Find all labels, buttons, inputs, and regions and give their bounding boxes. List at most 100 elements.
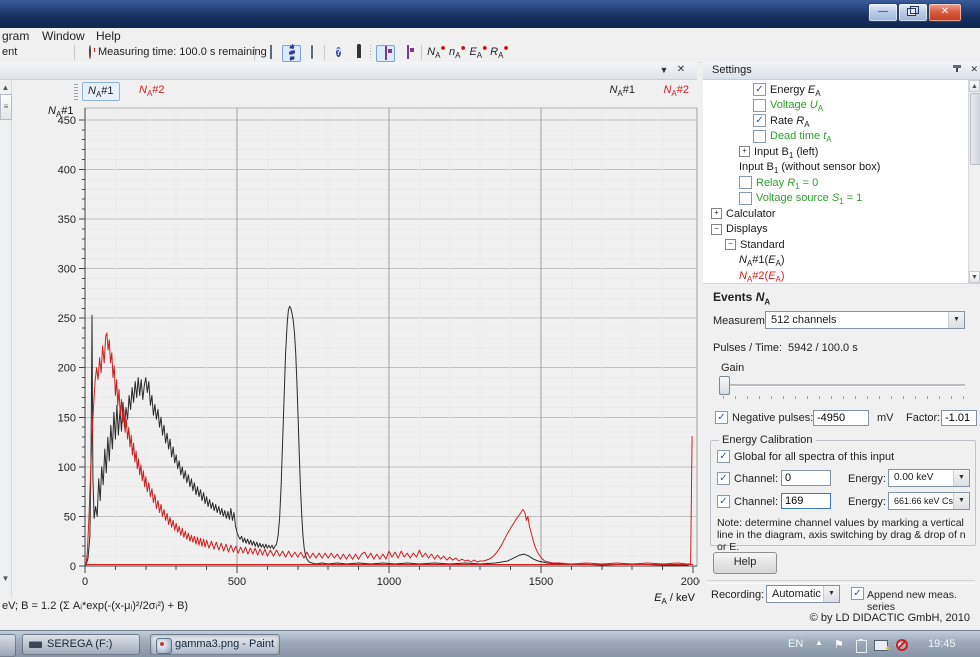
display-layout-icon[interactable]	[376, 45, 395, 62]
menu-item-diagram[interactable]: gram	[2, 29, 29, 43]
tree-checkbox[interactable]: ✓	[753, 83, 766, 96]
collapse-icon[interactable]: −	[725, 239, 736, 250]
tree-item[interactable]: +Calculator	[703, 206, 967, 222]
expand-icon[interactable]: +	[739, 146, 750, 157]
tree-item[interactable]: −Displays	[703, 222, 967, 238]
tree-item[interactable]: Voltage UA	[703, 98, 967, 114]
scrollbar-thumb[interactable]	[970, 93, 980, 165]
scroll-up-icon[interactable]: ▲	[969, 80, 980, 92]
collapse-icon[interactable]: −	[711, 224, 722, 235]
factor-input[interactable]	[941, 410, 977, 426]
legend-NA2: NA#2	[663, 84, 689, 96]
chevron-down-icon[interactable]: ▼	[948, 312, 964, 328]
minimize-button[interactable]: —	[868, 3, 898, 22]
chevron-down-icon[interactable]: ▼	[953, 493, 969, 509]
removable-media-icon[interactable]	[856, 640, 867, 653]
energy2-select[interactable]: 661.66 keV Cs137 ▼	[888, 492, 970, 510]
pin-icon[interactable]	[952, 65, 962, 76]
channel2-input[interactable]	[781, 493, 831, 509]
channel1-input[interactable]	[781, 470, 831, 486]
global-label: Global for all spectra of this input	[734, 451, 894, 463]
strip-down-arrow-icon[interactable]: ▼	[0, 574, 11, 583]
taskbar-clock[interactable]: 19:45	[928, 638, 956, 650]
language-indicator[interactable]: EN	[788, 638, 803, 650]
gain-slider-track[interactable]	[721, 384, 965, 387]
tab-NA2[interactable]: NA#2	[134, 82, 170, 99]
quantity-NA-button[interactable]: NA●	[427, 45, 446, 60]
headset-icon[interactable]	[350, 45, 367, 60]
scroll-down-icon[interactable]: ▼	[969, 271, 980, 283]
taskbar-button-explorer[interactable]: SEREGA (F:)	[22, 634, 140, 655]
window-titlebar[interactable]: — ✕	[0, 0, 980, 28]
gain-slider-ticks	[723, 396, 965, 399]
strip-up-arrow-icon[interactable]: ▲	[0, 83, 11, 92]
chevron-down-icon[interactable]: ▼	[823, 586, 839, 602]
tree-item[interactable]: NA#1(EA)	[703, 253, 967, 269]
tab-NA1[interactable]: NA#1	[82, 82, 120, 101]
network-icon[interactable]	[874, 640, 888, 651]
tree-item-label: Voltage UA	[770, 99, 823, 111]
close-button[interactable]: ✕	[928, 3, 962, 22]
tree-item[interactable]: ✓Rate RA	[703, 113, 967, 129]
strip-grip-handle[interactable]: ≡	[0, 94, 12, 120]
tree-item[interactable]: Relay R1 = 0	[703, 175, 967, 191]
action-center-flag-icon[interactable]: ⚑	[834, 638, 844, 651]
restore-button[interactable]	[898, 3, 928, 22]
settings-close-icon[interactable]: ✕	[970, 64, 978, 75]
pane-dropdown-icon[interactable]: ▼	[657, 64, 671, 77]
tree-item[interactable]: −Standard	[703, 237, 967, 253]
tree-checkbox[interactable]	[739, 192, 752, 205]
negative-pulses-checkbox[interactable]: ✓	[715, 411, 728, 424]
x-axis-title[interactable]: EA / keV	[640, 592, 695, 604]
recording-select[interactable]: Automatic ▼	[766, 585, 840, 603]
energy1-select[interactable]: 0.00 keV ▼	[888, 469, 970, 487]
menu-item-window[interactable]: Window	[42, 29, 85, 43]
tree-checkbox[interactable]	[753, 130, 766, 143]
tree-item[interactable]: +Input B1 (left)	[703, 144, 967, 160]
menu-item-help[interactable]: Help	[96, 29, 121, 43]
expand-icon[interactable]: +	[711, 208, 722, 219]
pane-close-icon[interactable]: ✕	[674, 64, 688, 77]
gain-slider-thumb[interactable]	[719, 376, 730, 395]
tree-item[interactable]: ✓Energy EA	[703, 82, 967, 98]
display-layout-alt-icon[interactable]	[399, 45, 416, 60]
settings-pane-title: Settings	[712, 64, 752, 76]
negative-pulses-input[interactable]	[813, 410, 869, 426]
volume-muted-icon[interactable]	[895, 638, 908, 651]
spectrum-chart[interactable]: 0500100015002000050100150200250300350400…	[40, 100, 700, 602]
settings-gear-icon[interactable]	[282, 45, 301, 62]
spectrum-plot-area[interactable]: 0500100015002000050100150200250300350400…	[40, 100, 700, 602]
tree-scrollbar[interactable]: ▲ ▼	[968, 80, 980, 283]
keyboard-icon[interactable]	[303, 45, 320, 60]
new-value-dot-icon: ●	[503, 42, 508, 52]
tree-item[interactable]: Input B1 (without sensor box)	[703, 160, 967, 176]
taskbar-button-paint[interactable]: gamma3.png - Paint	[150, 634, 280, 655]
quantity-nA-button[interactable]: nA●	[448, 45, 467, 60]
quantity-RA-button[interactable]: RA●	[490, 45, 509, 60]
global-checkbox[interactable]: ✓	[717, 450, 730, 463]
tree-item[interactable]: Dead time tA	[703, 129, 967, 145]
show-hidden-icons-arrow-icon[interactable]: ▲	[815, 638, 823, 647]
tabs-grip-handle[interactable]	[74, 84, 78, 101]
settings-pane-header[interactable]: Settings ✕	[703, 62, 980, 80]
tree-checkbox[interactable]	[739, 176, 752, 189]
svg-text:250: 250	[58, 313, 76, 325]
measurement-select[interactable]: 512 channels ▼	[765, 311, 965, 329]
tree-checkbox[interactable]	[753, 99, 766, 112]
tree-item[interactable]: NA#2(EA)	[703, 268, 967, 284]
channel2-checkbox[interactable]: ✓	[717, 495, 730, 508]
tree-item[interactable]: Voltage source S1 = 1	[703, 191, 967, 207]
channel1-checkbox[interactable]: ✓	[717, 472, 730, 485]
taskbar-edge-button[interactable]	[0, 634, 16, 657]
chevron-down-icon[interactable]: ▼	[953, 470, 969, 486]
help-button[interactable]: Help	[713, 552, 777, 574]
toolbar-separator	[421, 45, 422, 60]
table-view-icon[interactable]	[262, 45, 279, 60]
tree-item-label: Dead time tA	[770, 130, 832, 142]
pulses-label: Pulses / Time:	[713, 342, 782, 354]
collapsed-table-strip[interactable]: ▲ ≡ ▼	[0, 80, 12, 597]
help-icon[interactable]: ?	[330, 45, 347, 60]
append-checkbox[interactable]: ✓	[851, 587, 864, 600]
tree-checkbox[interactable]: ✓	[753, 114, 766, 127]
quantity-EA-button[interactable]: EA●	[469, 45, 488, 60]
